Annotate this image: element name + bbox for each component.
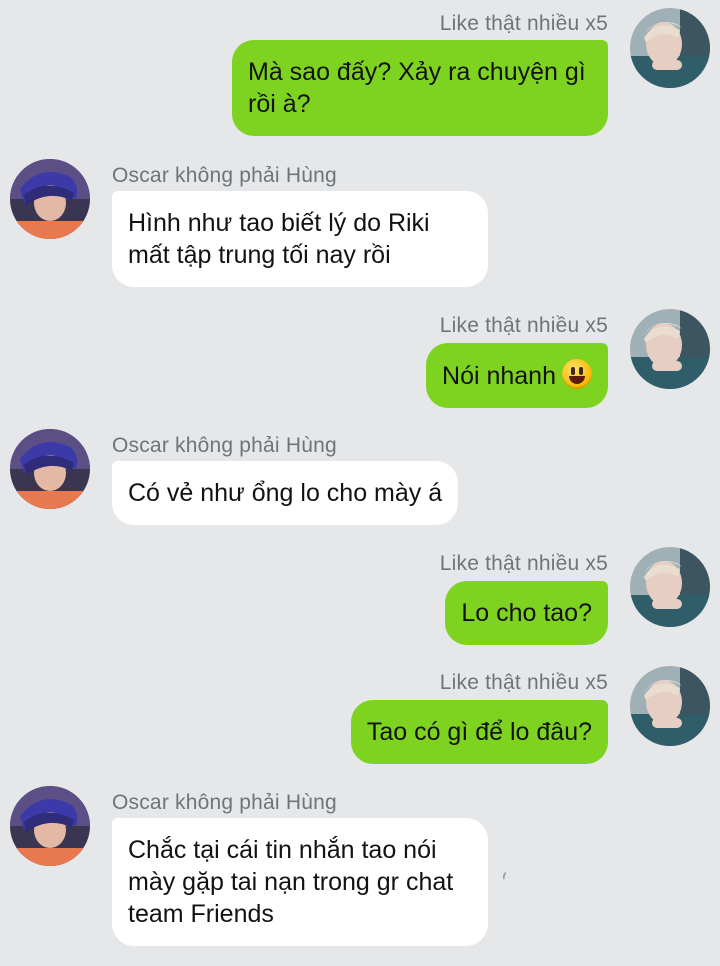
sender-name: Like thật nhiều x5 bbox=[439, 552, 608, 575]
avatar[interactable] bbox=[630, 8, 710, 88]
message-bubble[interactable]: Mà sao đấy? Xảy ra chuyện gì rồi à? bbox=[232, 40, 608, 136]
avatar-photo bbox=[10, 786, 90, 866]
message-text-line: Có vẻ như ổng lo cho mày á bbox=[128, 479, 443, 507]
message-text-line: Lo cho tao? bbox=[461, 599, 592, 627]
message-text-line: team Friends bbox=[128, 900, 274, 928]
avatar-photo bbox=[630, 666, 710, 746]
avatar[interactable] bbox=[630, 309, 710, 389]
avatar-photo bbox=[630, 8, 710, 88]
message-bubble[interactable]: Có vẻ như ổng lo cho mày á bbox=[112, 461, 459, 525]
sender-name: Oscar không phải Hùng bbox=[112, 434, 337, 457]
avatar-photo bbox=[630, 309, 710, 389]
message-text: Nói nhanh bbox=[442, 362, 556, 390]
message-text-line: rồi à? bbox=[248, 90, 311, 118]
message-bubble[interactable]: Lo cho tao? bbox=[445, 581, 608, 645]
message-bubble[interactable]: Tao có gì để lo đâu? bbox=[350, 700, 608, 764]
avatar-photo bbox=[10, 159, 90, 239]
avatar-photo bbox=[10, 429, 90, 509]
message-bubble[interactable]: Hình như tao biết lý do Riki mất tập tru… bbox=[112, 191, 488, 287]
message-text-line: mày gặp tai nạn trong gr chat bbox=[128, 868, 454, 896]
message-bubble[interactable]: Nói nhanh bbox=[426, 343, 608, 408]
message-text-line: Mà sao đấy? Xảy ra chuyện gì bbox=[248, 58, 586, 86]
avatar[interactable] bbox=[10, 786, 90, 866]
message-text-line: mất tập trung tối nay rồi bbox=[128, 241, 391, 269]
sender-name: Oscar không phải Hùng bbox=[112, 791, 337, 814]
avatar[interactable] bbox=[630, 666, 710, 746]
avatar-photo bbox=[630, 547, 710, 627]
avatar[interactable] bbox=[630, 547, 710, 627]
message-text-line: Hình như tao biết lý do Riki bbox=[128, 209, 430, 237]
message-text-line: Tao có gì để lo đâu? bbox=[366, 718, 592, 746]
avatar[interactable] bbox=[10, 159, 90, 239]
sender-name: Like thật nhiều x5 bbox=[439, 671, 608, 694]
stray-mark bbox=[502, 871, 509, 881]
avatar[interactable] bbox=[10, 429, 90, 509]
sender-name: Oscar không phải Hùng bbox=[112, 164, 337, 187]
sender-name: Like thật nhiều x5 bbox=[439, 314, 608, 337]
message-bubble[interactable]: Chắc tại cái tin nhắn tao nói mày gặp ta… bbox=[112, 818, 488, 946]
sender-name: Like thật nhiều x5 bbox=[439, 12, 608, 35]
grinning-face-emoji-icon bbox=[562, 359, 592, 389]
message-text-line: Chắc tại cái tin nhắn tao nói bbox=[128, 836, 437, 864]
